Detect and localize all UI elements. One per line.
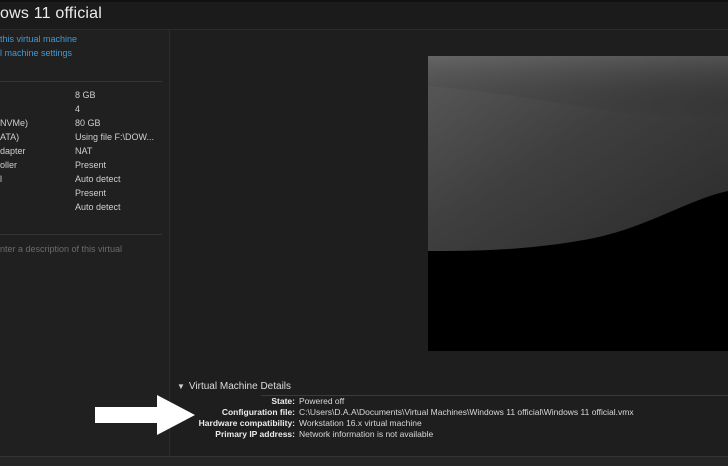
detail-row-state: State: Powered off — [171, 396, 728, 407]
hw-value: Present — [75, 160, 107, 170]
description-placeholder[interactable]: nter a description of this virtual — [0, 244, 122, 254]
hw-value: 8 GB — [75, 90, 96, 100]
hw-row-cd-dvd[interactable]: ATA) Using file F:\DOW... — [0, 132, 170, 146]
hw-row-display[interactable]: Auto detect — [0, 202, 170, 216]
detail-row-hw-compat: Hardware compatibility: Workstation 16.x… — [171, 418, 728, 429]
hw-value: 80 GB — [75, 118, 101, 128]
caret-down-icon: ▼ — [177, 382, 185, 391]
detail-value: Powered off — [299, 396, 345, 406]
details-header-label: Virtual Machine Details — [188, 381, 292, 392]
detail-label: State: — [271, 396, 295, 406]
hw-row-hard-disk[interactable]: NVMe) 80 GB — [0, 118, 170, 132]
hw-row-memory[interactable]: 8 GB — [0, 90, 170, 104]
hw-row-processors[interactable]: 4 — [0, 104, 170, 118]
hw-label: dapter — [0, 146, 26, 156]
hw-row-tpm[interactable]: Present — [0, 188, 170, 202]
separator — [0, 234, 162, 235]
hw-value: Using file F:\DOW... — [75, 132, 155, 142]
hw-label: oller — [0, 160, 18, 170]
power-on-link[interactable]: this virtual machine — [0, 34, 77, 44]
vmware-window: ows 11 official this virtual machine l m… — [0, 0, 728, 466]
hw-row-network-adapter[interactable]: dapter NAT — [0, 146, 170, 160]
hw-value: Auto detect — [75, 174, 121, 184]
status-bar — [0, 456, 728, 466]
detail-row-config-file: Configuration file: C:\Users\D.A.A\Docum… — [171, 407, 728, 418]
detail-value: Workstation 16.x virtual machine — [299, 418, 422, 428]
hw-label: l — [0, 174, 2, 184]
detail-value: C:\Users\D.A.A\Documents\Virtual Machine… — [299, 407, 634, 417]
main-area: ▼ Virtual Machine Details State: Powered … — [171, 30, 728, 456]
vm-summary-panel: this virtual machine l machine settings … — [0, 30, 170, 456]
edit-settings-link[interactable]: l machine settings — [0, 48, 72, 58]
hw-label: ATA) — [0, 132, 20, 142]
top-strip — [0, 0, 728, 2]
detail-label: Configuration file: — [221, 407, 295, 417]
preview-graphic — [428, 56, 728, 351]
hw-label: NVMe) — [0, 118, 29, 128]
vm-tab-title[interactable]: ows 11 official — [0, 5, 102, 23]
arrow-right-icon — [95, 395, 195, 435]
detail-row-ip: Primary IP address: Network information … — [171, 429, 728, 440]
title-bar: ows 11 official — [0, 0, 728, 30]
detail-value: Network information is not available — [299, 429, 434, 439]
detail-label: Hardware compatibility: — [198, 418, 295, 428]
vm-preview-thumbnail[interactable] — [428, 56, 728, 351]
hw-value: Auto detect — [75, 202, 121, 212]
detail-label: Primary IP address: — [215, 429, 295, 439]
separator — [0, 81, 162, 82]
hw-value: 4 — [75, 104, 81, 114]
hw-row-sound-card[interactable]: l Auto detect — [0, 174, 170, 188]
hw-value: NAT — [75, 146, 93, 156]
hw-row-usb-controller[interactable]: oller Present — [0, 160, 170, 174]
hw-value: Present — [75, 188, 107, 198]
vm-details-header[interactable]: ▼ Virtual Machine Details — [177, 381, 291, 392]
